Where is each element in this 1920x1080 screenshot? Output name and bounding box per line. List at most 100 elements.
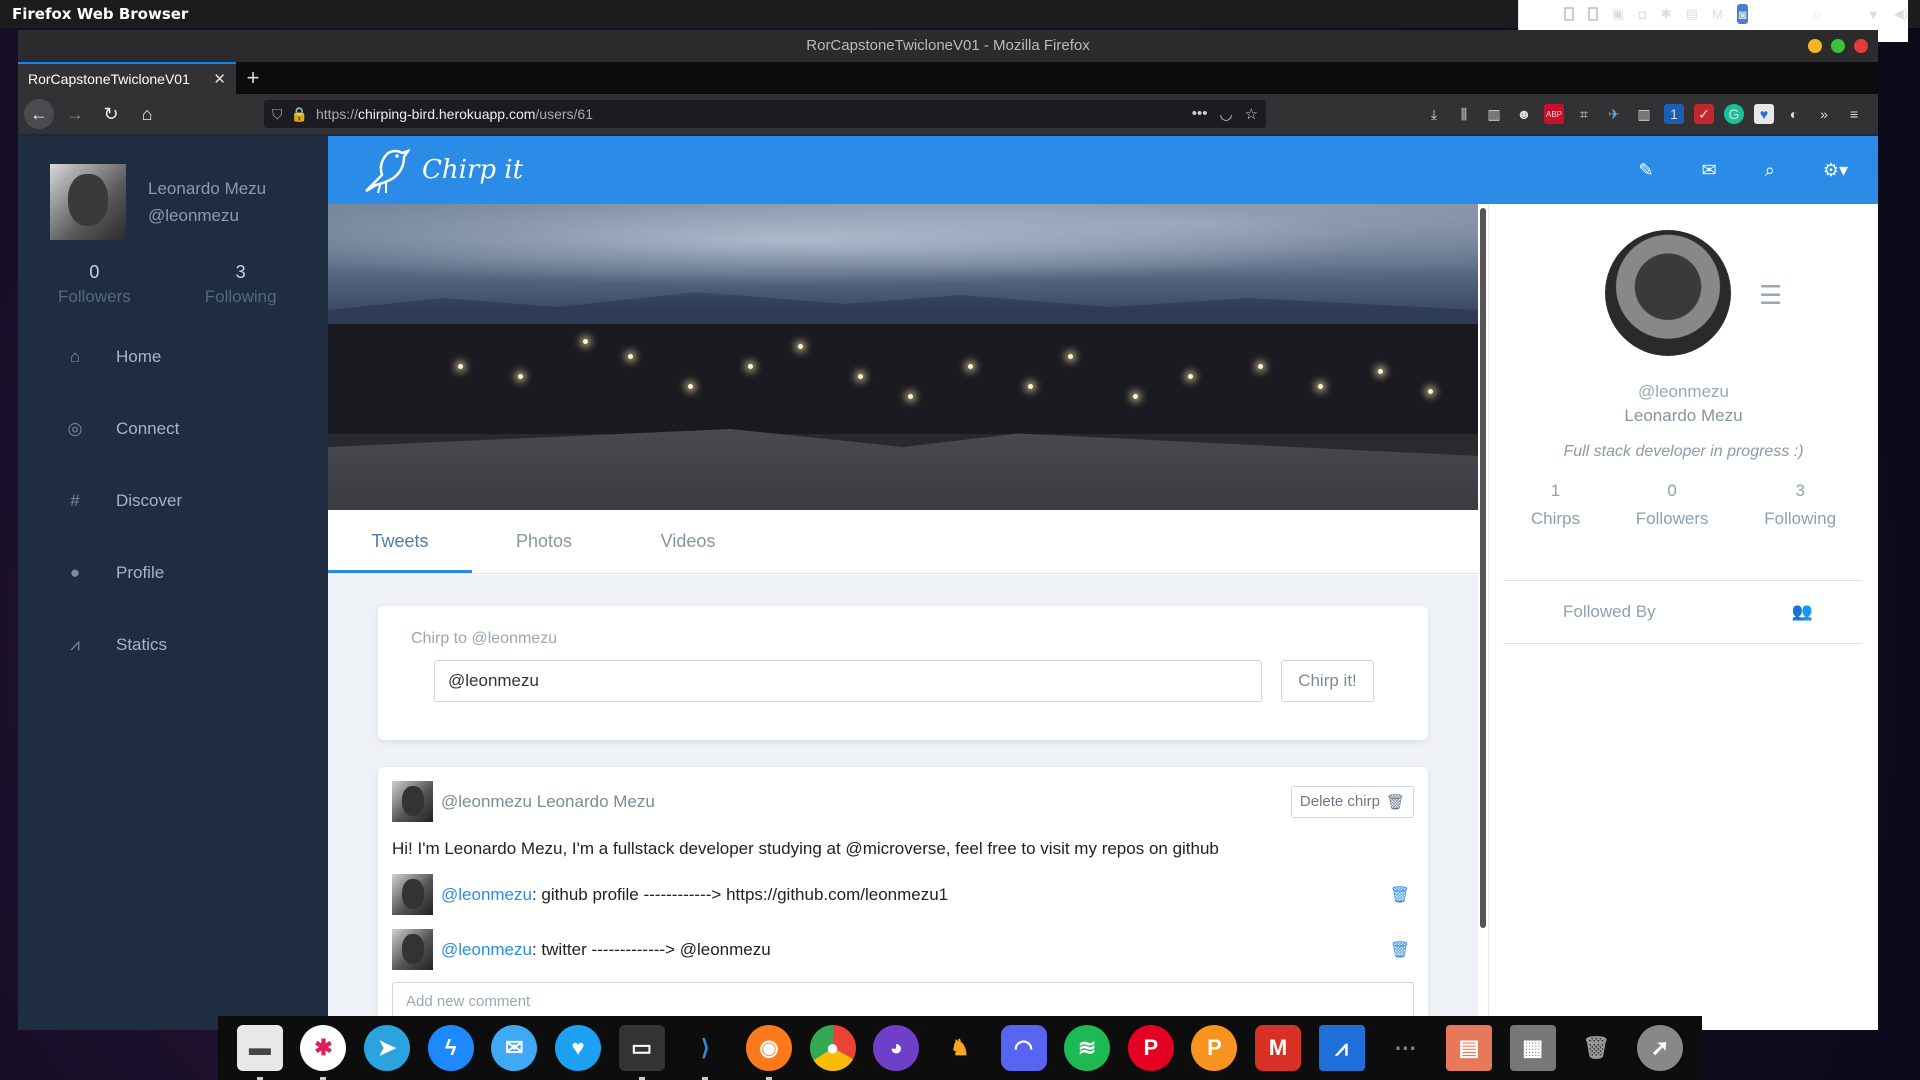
vscode-icon[interactable]: ⟩ bbox=[682, 1025, 729, 1080]
spotify-icon[interactable]: ≋ bbox=[1064, 1025, 1111, 1071]
active-app-name[interactable]: Firefox Web Browser bbox=[12, 5, 188, 23]
tray-image-icon[interactable] bbox=[1587, 7, 1598, 21]
comment-handle-link[interactable]: @leonmezu bbox=[441, 940, 532, 959]
tray-app-icon[interactable]: ◘ bbox=[1638, 6, 1647, 22]
adblock-icon[interactable]: ABP bbox=[1544, 104, 1564, 124]
messages-envelope-icon[interactable]: ✉ bbox=[1702, 160, 1717, 181]
server-icon[interactable]: ▦ bbox=[1509, 1025, 1556, 1071]
pin-extension-icon[interactable]: ♥ bbox=[1754, 104, 1774, 124]
sidebar-following[interactable]: 3 Following bbox=[205, 262, 277, 307]
wifi-icon[interactable]: ▼ bbox=[1867, 6, 1880, 22]
page-actions-icon[interactable]: ••• bbox=[1192, 105, 1208, 123]
stat-following[interactable]: 3 Following bbox=[1764, 481, 1836, 529]
forward-button[interactable]: → bbox=[60, 99, 90, 129]
tray-window-icon[interactable] bbox=[1564, 7, 1574, 21]
discord-icon[interactable]: ◠ bbox=[1000, 1025, 1047, 1071]
keyboard-layout[interactable]: en bbox=[1835, 5, 1853, 23]
delete-comment-trash-icon[interactable]: 🗑 bbox=[1390, 885, 1414, 905]
terminal-icon[interactable]: ▭ bbox=[618, 1025, 665, 1080]
home-button[interactable]: ⌂ bbox=[132, 99, 162, 129]
tracking-shield-icon[interactable]: ⛉ bbox=[272, 106, 283, 123]
window-titlebar[interactable]: RorCapstoneTwicloneV01 - Mozilla Firefox bbox=[18, 30, 1878, 62]
back-button[interactable]: ← bbox=[24, 99, 54, 129]
library-icon[interactable]: ⫼ bbox=[1454, 104, 1474, 124]
maximize-button[interactable] bbox=[1831, 39, 1845, 53]
overflow-menu-icon[interactable]: » bbox=[1814, 104, 1834, 124]
twitter-icon[interactable]: ♥ bbox=[555, 1025, 602, 1071]
trash-dock-icon[interactable]: 🗑 bbox=[1573, 1025, 1620, 1071]
red-extension-icon[interactable]: ✓ bbox=[1694, 104, 1714, 124]
sidebar-followers[interactable]: 0 Followers bbox=[58, 262, 131, 307]
chirp-input[interactable] bbox=[434, 660, 1262, 702]
tab-tweets[interactable]: Tweets bbox=[328, 510, 472, 573]
firefox-icon[interactable]: ◉ bbox=[745, 1025, 792, 1080]
plane-extension-icon[interactable]: ✈ bbox=[1604, 104, 1624, 124]
user-settings-icon[interactable]: ⚙▾ bbox=[1823, 160, 1848, 181]
scrollbar-thumb[interactable] bbox=[1480, 208, 1486, 928]
center-scrollbar[interactable] bbox=[1478, 204, 1488, 1030]
crop-extension-icon[interactable]: ⌗ bbox=[1574, 104, 1594, 124]
comment-handle-link[interactable]: @leonmezu bbox=[441, 885, 532, 904]
mail-icon[interactable]: ✉ bbox=[491, 1025, 538, 1071]
status-circle-icon[interactable]: ○ bbox=[1812, 6, 1821, 22]
tab-photos[interactable]: Photos bbox=[472, 510, 616, 573]
app-logo[interactable]: Chirp it bbox=[358, 145, 523, 195]
gmail-icon[interactable]: M bbox=[1255, 1025, 1302, 1071]
avatar[interactable] bbox=[392, 929, 433, 970]
postman-icon[interactable]: ♞ bbox=[936, 1025, 983, 1071]
volume-icon[interactable]: ◀) bbox=[1894, 6, 1908, 22]
pomodoro-icon[interactable]: P bbox=[1191, 1025, 1238, 1071]
tab-videos[interactable]: Videos bbox=[616, 510, 760, 573]
tray-drive-icon[interactable]: ▤ bbox=[1686, 6, 1698, 22]
reload-button[interactable]: ↻ bbox=[96, 99, 126, 129]
image-viewer-icon[interactable]: ▤ bbox=[1445, 1025, 1492, 1071]
launcher-rocket-icon[interactable]: ➚ bbox=[1636, 1025, 1683, 1071]
bookmark-star-icon[interactable]: ☆ bbox=[1245, 105, 1258, 123]
chirp-it-button[interactable]: Chirp it! bbox=[1281, 660, 1374, 702]
add-comment-input[interactable]: Add new comment bbox=[392, 982, 1414, 1020]
post-author[interactable]: @leonmezu Leonardo Mezu bbox=[441, 792, 655, 812]
clock[interactable]: 3:28 PM bbox=[1519, 0, 1550, 32]
followed-by-section[interactable]: Followed By 👥 bbox=[1503, 580, 1861, 644]
sidebar-toggle-icon[interactable]: ▥ bbox=[1484, 104, 1504, 124]
github-icon[interactable]: ◕ bbox=[873, 1025, 920, 1071]
slack-tray-icon[interactable]: ✱ bbox=[1661, 6, 1672, 22]
network-icon[interactable]: ⋯ bbox=[1382, 1025, 1429, 1071]
telegram-icon[interactable]: ➤ bbox=[364, 1025, 411, 1071]
monitor-icon[interactable]: ⩘ bbox=[1318, 1025, 1365, 1071]
avatar[interactable] bbox=[392, 781, 433, 822]
avatar[interactable] bbox=[50, 164, 126, 240]
barcode-extension-icon[interactable]: ▥ bbox=[1634, 104, 1654, 124]
sidebar-item-profile[interactable]: ● Profile bbox=[18, 537, 328, 609]
files-icon[interactable]: ▬ bbox=[236, 1025, 283, 1080]
avatar[interactable] bbox=[1605, 230, 1731, 356]
account-icon[interactable]: ☻ bbox=[1514, 104, 1534, 124]
chrome-icon[interactable]: ● bbox=[809, 1025, 856, 1071]
pocket-icon[interactable]: ◡ bbox=[1219, 105, 1232, 123]
tab-close-icon[interactable]: ✕ bbox=[213, 70, 226, 88]
clipboard-icon[interactable]: ▣ bbox=[1612, 6, 1624, 22]
lock-icon[interactable]: 🔒 bbox=[291, 106, 308, 123]
sidebar-item-discover[interactable]: # Discover bbox=[18, 465, 328, 537]
slack-icon[interactable]: ✱ bbox=[300, 1025, 347, 1080]
downloads-icon[interactable]: ⤓ bbox=[1424, 104, 1444, 124]
compose-pencil-icon[interactable]: ✎ bbox=[1639, 160, 1654, 181]
messenger-icon[interactable]: ϟ bbox=[427, 1025, 474, 1071]
delete-comment-trash-icon[interactable]: 🗑 bbox=[1390, 940, 1414, 960]
minimize-button[interactable] bbox=[1808, 39, 1822, 53]
sidebar-item-statics[interactable]: ⩘ Statics bbox=[18, 609, 328, 681]
stat-followers[interactable]: 0 Followers bbox=[1636, 481, 1709, 529]
circle-extension-icon[interactable]: ◐ bbox=[1784, 104, 1804, 124]
gmail-tray-icon[interactable]: M bbox=[1712, 6, 1723, 22]
new-tab-button[interactable]: + bbox=[236, 62, 270, 94]
search-icon[interactable]: ⌕ bbox=[1765, 160, 1775, 181]
sidebar-item-connect[interactable]: ◎ Connect bbox=[18, 393, 328, 465]
stat-chirps[interactable]: 1 Chirps bbox=[1531, 481, 1580, 529]
pinterest-icon[interactable]: P bbox=[1127, 1025, 1174, 1071]
list-icon[interactable]: ☰ bbox=[1759, 280, 1782, 311]
sidebar-item-home[interactable]: ⌂ Home bbox=[18, 321, 328, 393]
close-window-button[interactable] bbox=[1854, 39, 1868, 53]
grammarly-icon[interactable]: G bbox=[1724, 104, 1744, 124]
badge-extension-icon[interactable]: 1 bbox=[1664, 104, 1684, 124]
avatar[interactable] bbox=[392, 874, 433, 915]
